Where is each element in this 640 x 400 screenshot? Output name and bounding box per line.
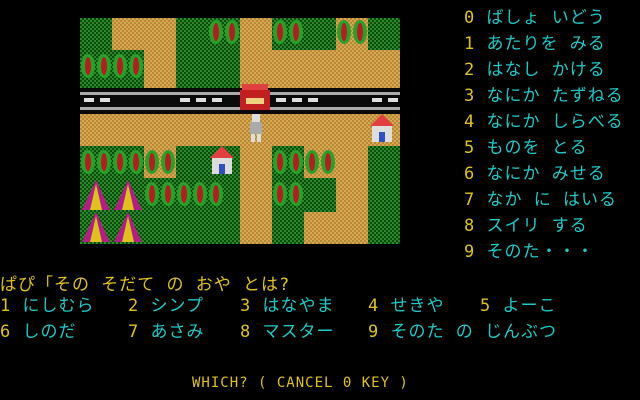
choice-item-8[interactable]: 8 マスター (240, 322, 335, 342)
command-label: なか に はいる (475, 190, 617, 210)
game-screen: 0 ばしょ いどう 1 あたりを みる 2 はなし かける 3 なにか たずねる 4 な… (0, 0, 640, 400)
command-label: スイリ する (475, 216, 588, 236)
command-number: 1 (464, 34, 476, 54)
command-label: あたりを みる (475, 34, 606, 54)
choice-label: そのた の じんぶつ (379, 322, 557, 342)
which-prompt: WHICH? ( CANCEL 0 KEY ) (192, 375, 409, 391)
command-item-6[interactable]: 6 なにか みせる (464, 164, 606, 184)
command-item-9[interactable]: 9 そのた・・・ (464, 242, 595, 262)
command-item-5[interactable]: 5 ものを とる (464, 138, 588, 158)
command-label: ものを とる (475, 138, 588, 158)
choice-number: 5 (480, 296, 492, 316)
choice-item-4[interactable]: 4 せきや (368, 296, 445, 316)
choice-item-3[interactable]: 3 はなやま (240, 296, 335, 316)
command-item-4[interactable]: 4 なにか しらべる (464, 112, 624, 132)
command-label: なにか しらべる (475, 112, 624, 132)
choice-item-7[interactable]: 7 あさみ (128, 322, 205, 342)
choice-number: 4 (368, 296, 380, 316)
command-number: 7 (464, 190, 476, 210)
command-label: ばしょ いどう (475, 8, 606, 28)
choice-item-1[interactable]: 1 にしむら (0, 296, 95, 316)
choice-label: にしむら (11, 296, 95, 316)
choice-label: マスター (251, 322, 335, 342)
choice-number: 1 (0, 296, 12, 316)
choice-label: しのだ (11, 322, 77, 342)
command-number: 2 (464, 60, 476, 80)
command-item-1[interactable]: 1 あたりを みる (464, 34, 606, 54)
choice-item-5[interactable]: 5 よーこ (480, 296, 557, 316)
command-label: はなし かける (475, 60, 606, 80)
command-item-3[interactable]: 3 なにか たずねる (464, 86, 624, 106)
town-map (80, 18, 400, 244)
command-label: そのた・・・ (475, 242, 595, 262)
choice-number: 6 (0, 322, 12, 342)
choice-number: 2 (128, 296, 140, 316)
command-item-7[interactable]: 7 なか に はいる (464, 190, 617, 210)
command-number: 3 (464, 86, 476, 106)
choice-number: 7 (128, 322, 140, 342)
command-item-8[interactable]: 8 スイリ する (464, 216, 588, 236)
command-number: 6 (464, 164, 476, 184)
dialogue-prompt: ぱぴ「その そだて の おや とは? (0, 275, 291, 295)
command-item-0[interactable]: 0 ばしょ いどう (464, 8, 606, 28)
choice-label: シンプ (139, 296, 204, 316)
command-item-2[interactable]: 2 はなし かける (464, 60, 606, 80)
choice-number: 8 (240, 322, 252, 342)
choice-label: せきや (379, 296, 445, 316)
command-number: 4 (464, 112, 476, 132)
choice-label: あさみ (139, 322, 205, 342)
command-number: 5 (464, 138, 476, 158)
command-label: なにか たずねる (475, 86, 624, 106)
choice-label: はなやま (251, 296, 335, 316)
choice-label: よーこ (491, 296, 557, 316)
choice-number: 9 (368, 322, 380, 342)
choice-number: 3 (240, 296, 252, 316)
command-number: 9 (464, 242, 476, 262)
command-label: なにか みせる (475, 164, 606, 184)
choice-item-2[interactable]: 2 シンプ (128, 296, 204, 316)
choice-item-9[interactable]: 9 そのた の じんぶつ (368, 322, 557, 342)
command-number: 0 (464, 8, 476, 28)
choice-item-6[interactable]: 6 しのだ (0, 322, 77, 342)
command-number: 8 (464, 216, 476, 236)
station-icon (240, 84, 270, 110)
